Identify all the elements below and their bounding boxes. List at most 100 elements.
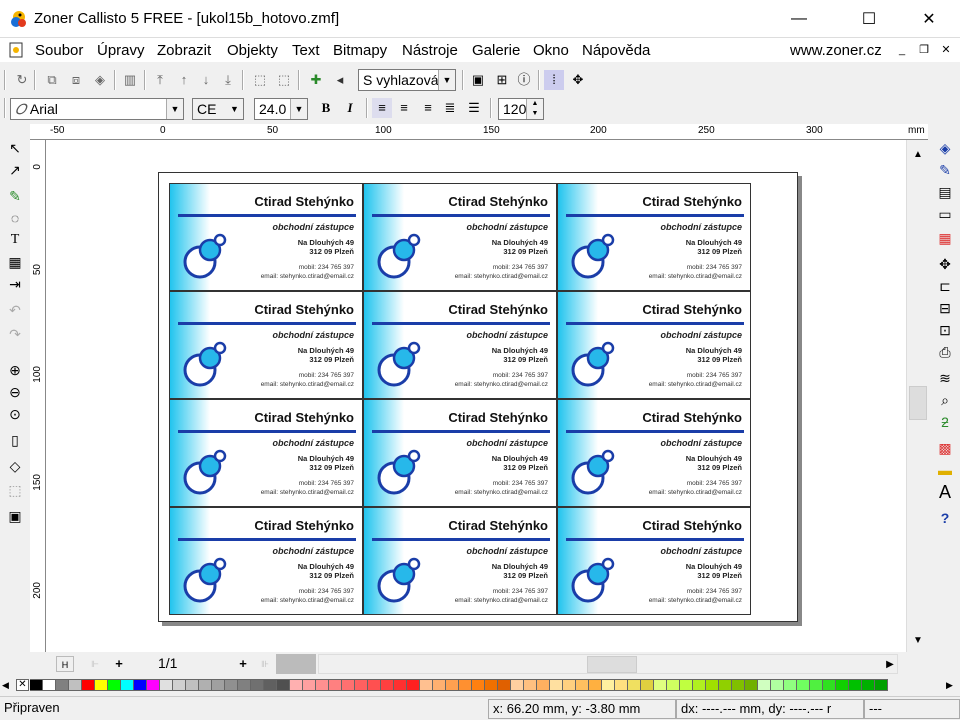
color-swatch[interactable]: [69, 679, 82, 691]
color-swatch[interactable]: [693, 679, 706, 691]
hscroll-thumb[interactable]: [587, 656, 637, 673]
menu-zobrazit[interactable]: Zobrazit: [157, 42, 211, 59]
menu-galerie[interactable]: Galerie: [472, 42, 520, 59]
color-swatch[interactable]: [277, 679, 290, 691]
effects-icon[interactable]: ▩: [935, 438, 955, 458]
curve-tool-icon[interactable]: ✎: [5, 186, 25, 206]
menu-bitmapy[interactable]: Bitmapy: [333, 42, 387, 59]
color-swatch[interactable]: [550, 679, 563, 691]
color-swatch[interactable]: [30, 679, 43, 691]
fill-bucket-icon[interactable]: ◈: [935, 138, 955, 158]
charset-select[interactable]: CE ▼: [192, 98, 244, 120]
maximize-button[interactable]: ☐: [846, 0, 892, 38]
color-swatch[interactable]: [121, 679, 134, 691]
zoner-site-link[interactable]: www.zoner.cz: [790, 42, 882, 59]
bold-button[interactable]: B: [316, 98, 336, 118]
add-page-before-button[interactable]: +: [110, 656, 128, 672]
menu-soubor[interactable]: Soubor: [35, 42, 83, 59]
business-card[interactable]: Ctirad Stehýnko obchodní zástupce Na Dlouh…: [557, 291, 751, 399]
page-icon[interactable]: ⊞: [492, 70, 512, 90]
fill-tool-icon[interactable]: ◇: [5, 456, 25, 476]
unframe-icon[interactable]: ⬚: [274, 70, 294, 90]
color-swatch[interactable]: [563, 679, 576, 691]
color-swatch[interactable]: [108, 679, 121, 691]
color-swatch[interactable]: [316, 679, 329, 691]
color-palette-icon[interactable]: ▦: [935, 228, 955, 248]
shadow-icon[interactable]: ▭: [935, 204, 955, 224]
color-swatch[interactable]: [628, 679, 641, 691]
color-swatch[interactable]: [524, 679, 537, 691]
font-size-select[interactable]: 24.0 ▼: [254, 98, 308, 120]
zoom-out-icon[interactable]: ⊖: [5, 382, 25, 402]
color-swatch[interactable]: [641, 679, 654, 691]
import-tool-icon[interactable]: ⇥: [5, 274, 25, 294]
drawing-canvas[interactable]: Ctirad Stehýnko obchodní zástupce Na Dlouh…: [46, 140, 906, 652]
color-swatch[interactable]: [355, 679, 368, 691]
distribute-icon[interactable]: ⊏: [935, 276, 955, 296]
rotate-icon[interactable]: ↻: [12, 70, 32, 90]
business-card[interactable]: Ctirad Stehýnko obchodní zástupce Na Dlouh…: [557, 183, 751, 291]
node-tool-icon[interactable]: ◂: [330, 70, 350, 90]
frame-tool-icon[interactable]: ▣: [5, 506, 25, 526]
color-swatch[interactable]: [147, 679, 160, 691]
color-swatch[interactable]: [446, 679, 459, 691]
transform-tool-icon[interactable]: ⬚: [5, 480, 25, 500]
mdi-restore-button[interactable]: ❐: [914, 44, 934, 58]
mdi-close-button[interactable]: ✕: [936, 44, 956, 58]
business-card[interactable]: Ctirad Stehýnko obchodní zástupce Na Dlouh…: [363, 291, 557, 399]
script-icon[interactable]: ƻ: [935, 412, 955, 432]
color-swatch[interactable]: [823, 679, 836, 691]
info-icon[interactable]: ⓘ: [514, 70, 534, 90]
table-tool-icon[interactable]: ▦: [5, 252, 25, 272]
color-swatch[interactable]: [43, 679, 56, 691]
color-swatch[interactable]: [485, 679, 498, 691]
justify-all-icon[interactable]: ☰: [464, 98, 484, 118]
color-swatch[interactable]: [472, 679, 485, 691]
color-swatch[interactable]: [667, 679, 680, 691]
palette-scroll-left-icon[interactable]: ◀: [2, 679, 14, 691]
business-card[interactable]: Ctirad Stehýnko obchodní zástupce Na Dlouh…: [363, 183, 557, 291]
align-right-icon[interactable]: ≡: [418, 98, 438, 118]
color-swatch[interactable]: [82, 679, 95, 691]
move-icon[interactable]: ✥: [935, 254, 955, 274]
page-nav-splitter[interactable]: [276, 654, 316, 674]
color-swatch[interactable]: [810, 679, 823, 691]
color-swatch[interactable]: [602, 679, 615, 691]
zoom-in-icon[interactable]: ⊕: [5, 360, 25, 380]
line-spacing-stepper[interactable]: 120' ▲ ▼: [498, 98, 544, 120]
color-swatch[interactable]: [407, 679, 420, 691]
color-swatch[interactable]: [368, 679, 381, 691]
color-swatch[interactable]: [498, 679, 511, 691]
scroll-right-icon[interactable]: ▶: [883, 656, 897, 673]
smoothing-select[interactable]: S vyhlazová ▼: [358, 69, 456, 91]
color-swatch[interactable]: [290, 679, 303, 691]
color-swatch[interactable]: [758, 679, 771, 691]
color-swatch[interactable]: [745, 679, 758, 691]
menu-napoveda[interactable]: Nápověda: [582, 42, 650, 59]
align-left-icon[interactable]: ≡: [372, 98, 392, 118]
italic-button[interactable]: I: [340, 98, 360, 118]
color-swatch[interactable]: [654, 679, 667, 691]
color-swatch[interactable]: [329, 679, 342, 691]
color-swatch[interactable]: [225, 679, 238, 691]
help-icon[interactable]: ?: [935, 508, 955, 528]
scroll-down-icon[interactable]: ▼: [909, 632, 927, 650]
color-swatch[interactable]: [589, 679, 602, 691]
pointer-tool-icon[interactable]: ↖: [5, 138, 25, 158]
menu-upravy[interactable]: Úpravy: [97, 42, 145, 59]
color-swatch[interactable]: [797, 679, 810, 691]
font-select[interactable]: 𝑂 Arial ▼: [10, 98, 184, 120]
color-swatch[interactable]: [537, 679, 550, 691]
menu-text[interactable]: Text: [292, 42, 320, 59]
color-swatch[interactable]: [160, 679, 173, 691]
palette-scroll-right-icon[interactable]: ▶: [946, 679, 958, 691]
color-swatch[interactable]: [134, 679, 147, 691]
ungroup-icon[interactable]: ⧈: [66, 70, 86, 90]
color-swatch[interactable]: [394, 679, 407, 691]
business-card[interactable]: Ctirad Stehýnko obchodní zástupce Na Dlouh…: [169, 291, 363, 399]
color-swatch[interactable]: [875, 679, 888, 691]
color-swatch[interactable]: [420, 679, 433, 691]
folder-icon[interactable]: ▬: [935, 460, 955, 480]
zoom-window-icon[interactable]: ⌕: [935, 390, 955, 410]
business-card[interactable]: Ctirad Stehýnko obchodní zástupce Na Dlouh…: [557, 399, 751, 507]
